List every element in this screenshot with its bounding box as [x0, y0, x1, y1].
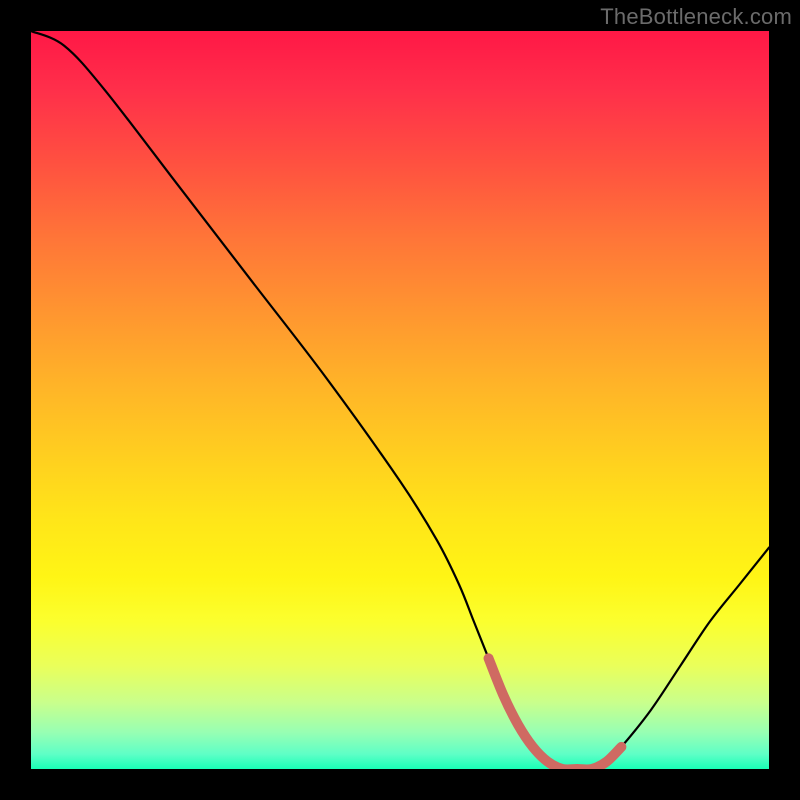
bottleneck-curve	[31, 31, 769, 769]
flat-highlight	[489, 658, 622, 769]
watermark-text: TheBottleneck.com	[600, 4, 792, 30]
plot-area	[31, 31, 769, 769]
chart-frame: TheBottleneck.com	[0, 0, 800, 800]
curve-layer	[31, 31, 769, 769]
